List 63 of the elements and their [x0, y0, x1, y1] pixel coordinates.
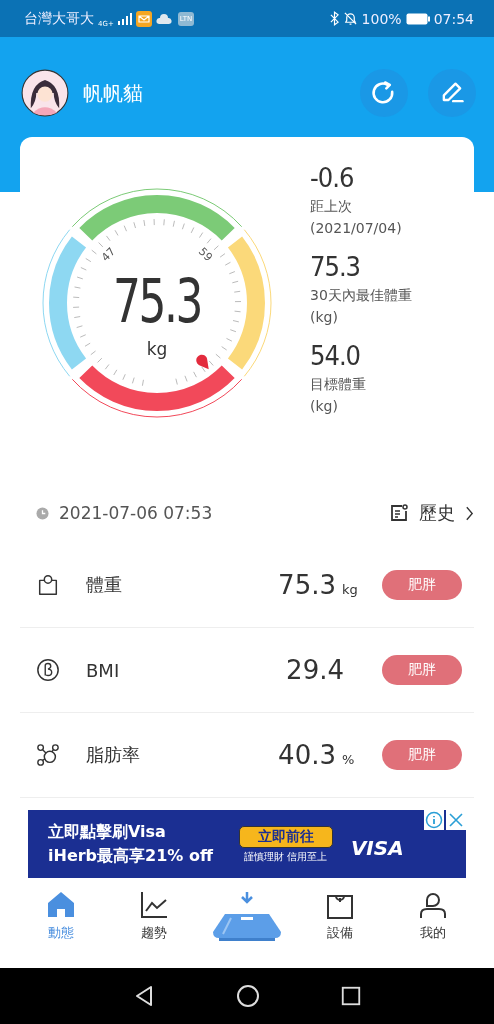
bluetooth-icon [329, 11, 339, 26]
status-badge: 肥胖 [382, 570, 462, 600]
ad-fine-print: 謹慎理財 信用至上 [244, 850, 328, 863]
status-badge: 肥胖 [382, 740, 462, 770]
summary-label: 目標體重 [310, 375, 367, 394]
ad-brand: VISA [350, 836, 404, 860]
info-icon[interactable] [424, 810, 444, 830]
summary-label: 距上次 [310, 197, 353, 216]
signal-icon [117, 12, 132, 25]
clock-icon [36, 506, 49, 520]
nav-tab[interactable]: 我的 [403, 882, 464, 968]
summary-note: (kg) [310, 397, 339, 416]
edit-button[interactable] [428, 69, 476, 117]
molecule-icon [36, 743, 60, 767]
summary-value: -0.6 [310, 161, 355, 195]
carrier-name: 台灣大哥大 [24, 9, 94, 28]
ad-cta-button[interactable]: 立即前往 [238, 825, 333, 848]
recents-icon[interactable] [340, 985, 362, 1007]
battery-percent: 100% [361, 10, 402, 27]
history-link[interactable]: 歷史 [389, 501, 474, 525]
gauge-tick-label: 47 [99, 245, 119, 265]
metric-value: 40.3 [278, 740, 336, 770]
metric-unit: % [342, 752, 356, 767]
metric-value: 75.3 [278, 570, 336, 600]
note-icon [389, 503, 409, 523]
gauge-unit: kg [146, 339, 168, 359]
cloud-icon [155, 13, 172, 24]
battery-icon [405, 12, 430, 25]
user-name: 帆帆貓 [83, 79, 143, 107]
home-icon[interactable] [236, 984, 260, 1008]
nav-tab[interactable]: 設備 [310, 882, 371, 968]
summary-value: 54.0 [310, 339, 362, 373]
letter-b-icon [36, 658, 60, 682]
metric-name: BMI [86, 659, 121, 681]
nav-tab[interactable]: 動態 [30, 882, 91, 968]
line-chart-icon [138, 890, 169, 920]
metric-name: 脂肪率 [86, 743, 141, 767]
nav-tab[interactable]: 趨勢 [123, 882, 184, 968]
metric-name: 體重 [86, 573, 123, 597]
scale-weight-icon [36, 573, 60, 597]
scale-icon [210, 890, 283, 944]
house-icon [45, 890, 76, 920]
chevron-right-icon [465, 505, 474, 521]
metric-value: 29.4 [286, 655, 344, 685]
ad-subline: iHerb最高享21% off [48, 845, 213, 867]
summary-value: 75.3 [310, 250, 362, 284]
metric-unit: kg [342, 582, 358, 597]
bell-off-icon [342, 11, 358, 26]
summary-note: (2021/07/04) [310, 219, 403, 238]
gauge-tick-label: 59 [195, 245, 215, 265]
gauge-value: 75.3 [113, 266, 222, 336]
status-badge: 肥胖 [382, 655, 462, 685]
summary-label: 30天內最佳體重 [310, 286, 412, 305]
ad-banner[interactable]: 立即點擊刷Visa iHerb最高享21% off 立即前往 謹慎理財 信用至上 VISA [28, 810, 466, 878]
clock-time: 07:54 [433, 10, 474, 27]
sync-button[interactable] [360, 69, 408, 117]
measurement-time: 2021-07-06 07:53 [59, 503, 213, 523]
ad-headline: 立即點擊刷Visa [48, 821, 167, 843]
summary-note: (kg) [310, 308, 339, 327]
gauge-marker [196, 354, 209, 370]
mail-icon [135, 10, 152, 27]
avatar-icon[interactable] [21, 69, 69, 117]
person-icon [418, 890, 449, 920]
